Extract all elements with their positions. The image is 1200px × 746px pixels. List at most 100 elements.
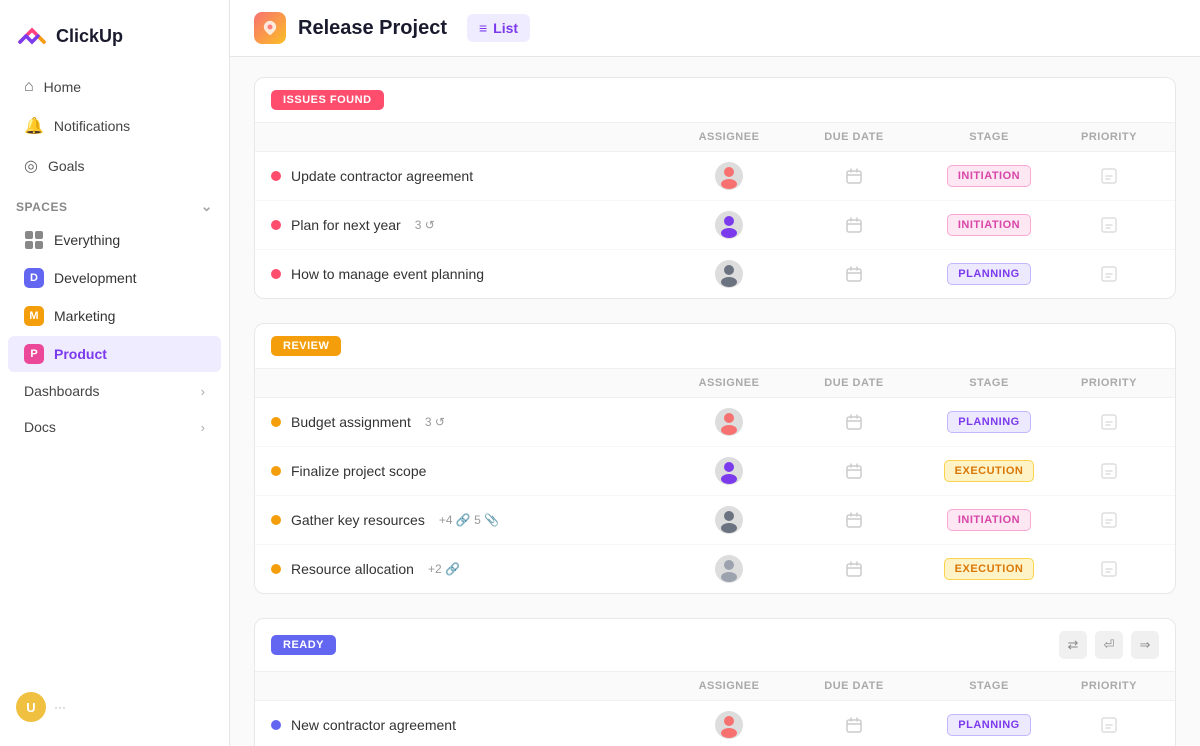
col-stage-r: STAGE xyxy=(919,377,1059,389)
view-tab-list[interactable]: ≡ List xyxy=(467,14,530,42)
sidebar-item-dashboards[interactable]: Dashboards › xyxy=(8,374,221,408)
stage-cell: INITIATION xyxy=(919,214,1059,236)
spaces-collapse-icon[interactable]: ⌄ xyxy=(201,198,213,215)
task-name-cell: Budget assignment 3 ↺ xyxy=(271,414,669,430)
stage-badge: INITIATION xyxy=(947,214,1031,236)
task-name-cell: Resource allocation +2 🔗 xyxy=(271,561,669,577)
toolbar-btn-2[interactable]: ⏎ xyxy=(1095,631,1123,659)
duedate-cell[interactable] xyxy=(789,560,919,578)
avatar xyxy=(715,211,743,239)
sidebar-item-development-label: Development xyxy=(54,270,137,286)
product-space-icon: P xyxy=(24,344,44,364)
avatar xyxy=(715,457,743,485)
sidebar-item-everything[interactable]: Everything xyxy=(8,222,221,258)
assignee-cell xyxy=(669,260,789,288)
stage-badge: PLANNING xyxy=(947,411,1030,433)
sidebar-item-home[interactable]: ⌂ Home xyxy=(8,69,221,105)
task-name: New contractor agreement xyxy=(291,717,456,733)
group-review-badge: REVIEW xyxy=(271,336,341,356)
stage-cell: PLANNING xyxy=(919,411,1059,433)
duedate-cell[interactable] xyxy=(789,511,919,529)
task-row[interactable]: Resource allocation +2 🔗 EXECUTION xyxy=(255,545,1175,593)
avatar xyxy=(715,555,743,583)
user-menu-icon[interactable]: ··· xyxy=(54,700,66,714)
task-dot xyxy=(271,417,281,427)
task-count: 3 ↺ xyxy=(415,218,435,232)
everything-icon xyxy=(24,230,44,250)
group-review-header: REVIEW xyxy=(255,324,1175,369)
avatar xyxy=(715,162,743,190)
task-row[interactable]: Finalize project scope EXECUTION xyxy=(255,447,1175,496)
sidebar-item-notifications[interactable]: 🔔 Notifications xyxy=(8,107,221,145)
assignee-cell xyxy=(669,555,789,583)
duedate-cell[interactable] xyxy=(789,716,919,734)
sidebar-item-marketing-label: Marketing xyxy=(54,308,115,324)
sidebar-item-docs[interactable]: Docs › xyxy=(8,410,221,444)
priority-cell[interactable] xyxy=(1059,463,1159,479)
col-assignee-1: ASSIGNEE xyxy=(669,131,789,143)
priority-cell[interactable] xyxy=(1059,266,1159,282)
marketing-space-icon: M xyxy=(24,306,44,326)
col-task-r xyxy=(271,377,669,389)
sidebar-item-everything-label: Everything xyxy=(54,232,120,248)
group-issues: ISSUES FOUND ASSIGNEE DUE DATE STAGE PRI… xyxy=(254,77,1176,299)
sidebar: ClickUp ⌂ Home 🔔 Notifications ◎ Goals S… xyxy=(0,0,230,746)
group-toolbar: ⇄ ⏎ ⇒ xyxy=(1059,631,1159,659)
priority-cell[interactable] xyxy=(1059,168,1159,184)
duedate-cell[interactable] xyxy=(789,413,919,431)
task-name: How to manage event planning xyxy=(291,266,484,282)
main-panel: Release Project ≡ List ISSUES FOUND ASSI… xyxy=(230,0,1200,746)
sidebar-item-development[interactable]: D Development xyxy=(8,260,221,296)
user-avatar[interactable]: U xyxy=(16,692,46,722)
assignee-cell xyxy=(669,506,789,534)
task-row[interactable]: How to manage event planning PLANNING xyxy=(255,250,1175,298)
col-duedate-r: DUE DATE xyxy=(789,377,919,389)
task-row[interactable]: Gather key resources +4 🔗 5 📎 INITIATION xyxy=(255,496,1175,545)
task-name: Gather key resources xyxy=(291,512,425,528)
group-ready: READY ⇄ ⏎ ⇒ ASSIGNEE DUE DATE STAGE PRIO… xyxy=(254,618,1176,746)
col-duedate-rd: DUE DATE xyxy=(789,680,919,692)
task-count: +2 🔗 xyxy=(428,562,460,576)
home-icon: ⌂ xyxy=(24,78,34,96)
duedate-cell[interactable] xyxy=(789,167,919,185)
sidebar-item-notifications-label: Notifications xyxy=(54,118,130,134)
sidebar-item-product-label: Product xyxy=(54,346,107,362)
task-row[interactable]: New contractor agreement PLANNING xyxy=(255,701,1175,746)
logo[interactable]: ClickUp xyxy=(0,12,229,68)
stage-cell: INITIATION xyxy=(919,165,1059,187)
col-duedate-1: DUE DATE xyxy=(789,131,919,143)
priority-cell[interactable] xyxy=(1059,512,1159,528)
stage-badge: EXECUTION xyxy=(944,558,1035,580)
stage-badge: INITIATION xyxy=(947,509,1031,531)
duedate-cell[interactable] xyxy=(789,216,919,234)
priority-cell[interactable] xyxy=(1059,717,1159,733)
sidebar-item-marketing[interactable]: M Marketing xyxy=(8,298,221,334)
sidebar-item-goals-label: Goals xyxy=(48,158,85,174)
bell-icon: 🔔 xyxy=(24,116,44,136)
group-ready-header: READY ⇄ ⏎ ⇒ xyxy=(255,619,1175,672)
assignee-cell xyxy=(669,457,789,485)
assignee-cell xyxy=(669,408,789,436)
task-dot xyxy=(271,269,281,279)
task-name-cell: Gather key resources +4 🔗 5 📎 xyxy=(271,512,669,528)
priority-cell[interactable] xyxy=(1059,414,1159,430)
toolbar-btn-3[interactable]: ⇒ xyxy=(1131,631,1159,659)
task-dot xyxy=(271,171,281,181)
duedate-cell[interactable] xyxy=(789,265,919,283)
sidebar-item-product[interactable]: P Product xyxy=(8,336,221,372)
priority-cell[interactable] xyxy=(1059,561,1159,577)
col-stage-rd: STAGE xyxy=(919,680,1059,692)
stage-cell: EXECUTION xyxy=(919,460,1059,482)
sidebar-item-goals[interactable]: ◎ Goals xyxy=(8,147,221,185)
task-row[interactable]: Update contractor agreement INITIATION xyxy=(255,152,1175,201)
task-count: 3 ↺ xyxy=(425,415,445,429)
task-dot xyxy=(271,720,281,730)
task-row[interactable]: Budget assignment 3 ↺ PLANNING xyxy=(255,398,1175,447)
stage-badge: EXECUTION xyxy=(944,460,1035,482)
task-row[interactable]: Plan for next year 3 ↺ INITIATION xyxy=(255,201,1175,250)
duedate-cell[interactable] xyxy=(789,462,919,480)
priority-cell[interactable] xyxy=(1059,217,1159,233)
toolbar-btn-1[interactable]: ⇄ xyxy=(1059,631,1087,659)
stage-badge: PLANNING xyxy=(947,714,1030,736)
stage-cell: PLANNING xyxy=(919,714,1059,736)
